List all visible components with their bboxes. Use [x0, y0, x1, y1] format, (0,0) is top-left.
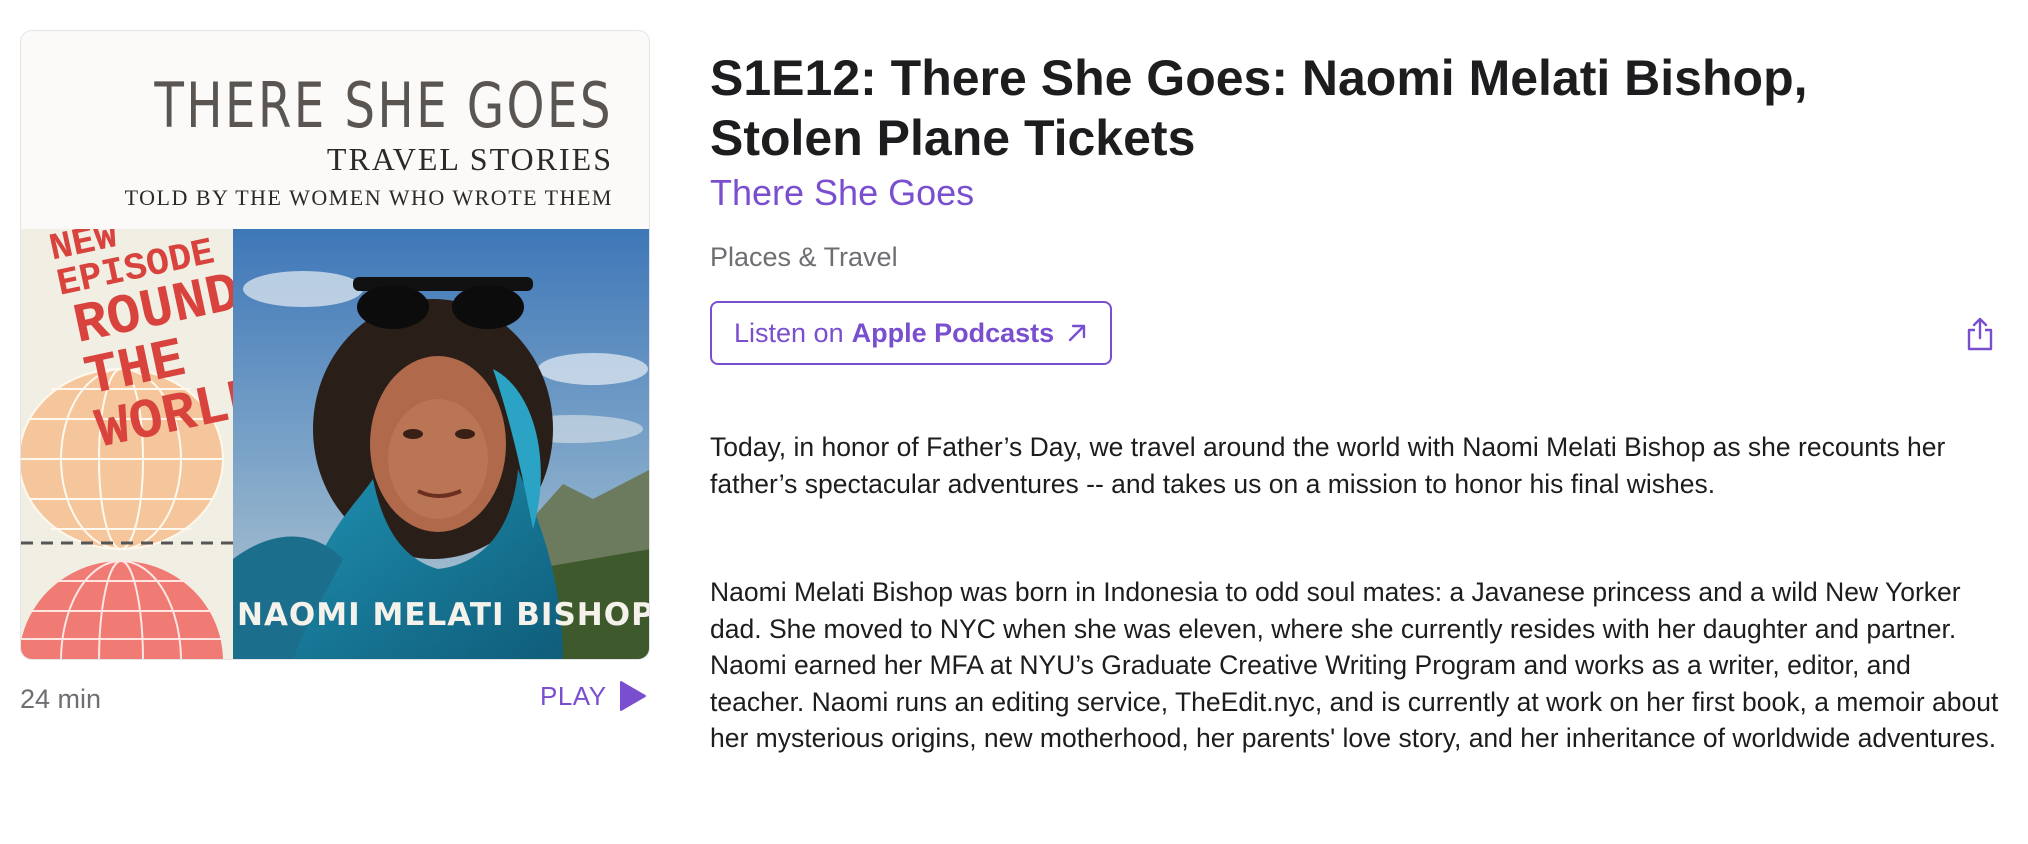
share-icon[interactable]: [1966, 316, 1994, 352]
artwork-header: THERE SHE GOES TRAVEL STORIES TOLD BY TH…: [21, 31, 649, 229]
play-label: PLAY: [540, 680, 607, 711]
artwork-guest-name: NAOMI MELATI BISHOP: [237, 597, 650, 633]
description-paragraph: Today, in honor of Father’s Day, we trav…: [710, 432, 1946, 499]
guest-photo: NAOMI MELATI BISHOP: [233, 229, 650, 659]
listen-brand: Apple Podcasts: [851, 317, 1055, 348]
episode-duration: 24 min: [20, 684, 102, 714]
play-triangle-icon: [619, 681, 646, 711]
episode-category: Places & Travel: [710, 242, 898, 272]
episode-description: Today, in honor of Father’s Day, we trav…: [710, 429, 2000, 757]
artwork-globe-panel: NEW EPISODE ROUND THE WORLD: [21, 229, 233, 659]
artwork-title: THERE SHE GOES: [154, 69, 613, 142]
episode-artwork: THERE SHE GOES TRAVEL STORIES TOLD BY TH…: [20, 30, 650, 660]
listen-prefix: Listen on: [734, 317, 844, 348]
listen-on-apple-podcasts-button[interactable]: Listen on Apple Podcasts: [710, 301, 1113, 365]
description-paragraph: Naomi Melati Bishop was born in Indonesi…: [710, 577, 1999, 753]
show-name-link[interactable]: There She Goes: [710, 172, 2000, 214]
artwork-tagline: TOLD BY THE WOMEN WHO WROTE THEM: [124, 185, 613, 210]
episode-title: S1E12: There She Goes: Naomi Melati Bish…: [710, 50, 1808, 166]
play-button[interactable]: PLAY: [540, 680, 647, 712]
artwork-subtitle: TRAVEL STORIES: [326, 141, 613, 177]
guest-portrait-image: [233, 229, 649, 659]
episode-details: S1E12: There She Goes: Naomi Melati Bish…: [710, 48, 2000, 757]
arrow-up-right-icon: [1068, 324, 1086, 342]
